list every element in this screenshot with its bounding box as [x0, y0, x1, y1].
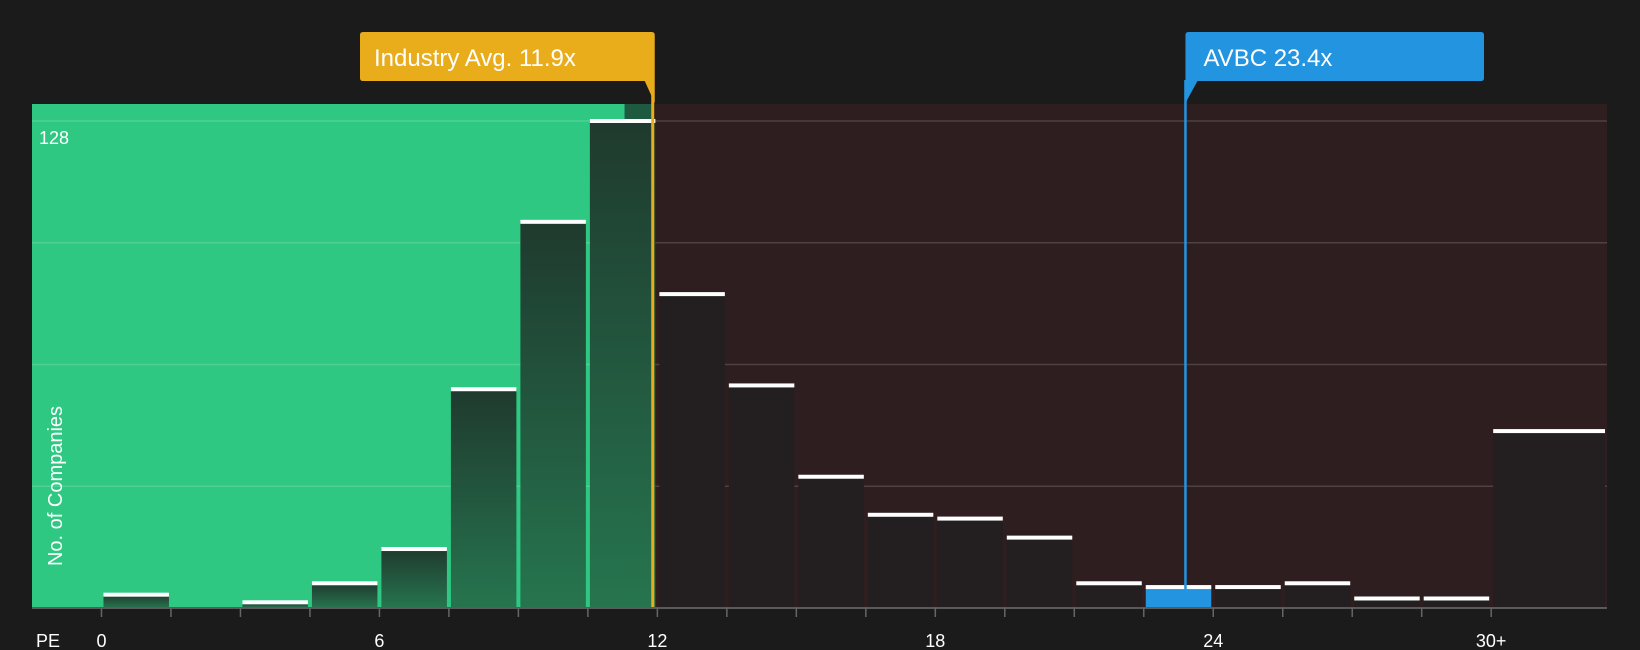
bar-top-marker: [728, 383, 795, 388]
x-tick-label: 12: [647, 631, 667, 650]
pe-distribution-chart: Industry Avg. 11.9x AVBC 23.4x 0 6 12 18 24 30…: [32, 32, 1607, 650]
histogram-bar: [867, 514, 934, 608]
bar-top-marker: [520, 219, 586, 224]
histogram-bar: [1076, 583, 1142, 608]
bar-top-marker: [1076, 581, 1142, 586]
bar-top-marker: [1423, 596, 1490, 601]
bar-top-marker: [1215, 585, 1281, 590]
bar-top-marker: [798, 474, 864, 479]
histogram-bar: [311, 583, 378, 608]
histogram-bar: [1215, 587, 1281, 608]
bar-top-marker: [937, 516, 1003, 521]
x-tick-label: 30+: [1476, 631, 1507, 650]
histogram-bar: [520, 221, 586, 608]
bar-top-marker: [381, 547, 447, 552]
histogram-bar: [659, 294, 725, 608]
bar-top-marker: [659, 292, 725, 297]
x-tick-label: 24: [1203, 631, 1223, 650]
bar-top-marker: [1354, 596, 1420, 601]
bar-top-marker: [1145, 585, 1212, 590]
company-pe-label: AVBC 23.4x: [1203, 45, 1332, 72]
y-axis-title: No. of Companies: [45, 406, 67, 566]
histogram-bar: [728, 385, 795, 608]
bar-top-marker: [242, 600, 308, 605]
x-tick-label: 0: [96, 631, 106, 650]
bar-top-marker: [589, 119, 656, 123]
histogram-bar: [381, 549, 447, 608]
histogram-bar: [798, 476, 864, 608]
x-tick-label: 18: [925, 631, 945, 650]
histogram-bar: [937, 518, 1003, 608]
x-tick-label: 6: [374, 631, 384, 650]
histogram-bar: [589, 121, 656, 608]
bar-top-marker: [311, 581, 378, 586]
histogram-bar: [1006, 537, 1073, 608]
histogram-bar: [1493, 431, 1605, 608]
bar-top-marker: [867, 512, 934, 517]
overvalued-zone: [652, 104, 1607, 608]
histogram-bar: [1284, 583, 1351, 608]
bar-top-marker: [103, 592, 169, 597]
x-axis-title: PE: [36, 631, 60, 650]
bar-top-marker: [1006, 535, 1073, 540]
histogram-bar: [450, 389, 517, 608]
y-max-label: 128: [39, 128, 69, 148]
bar-top-marker: [1493, 429, 1605, 434]
industry-avg-label: Industry Avg. 11.9x: [374, 45, 576, 72]
bar-top-marker: [1284, 581, 1351, 586]
company-bar: [1145, 587, 1212, 608]
bar-top-marker: [450, 387, 517, 392]
